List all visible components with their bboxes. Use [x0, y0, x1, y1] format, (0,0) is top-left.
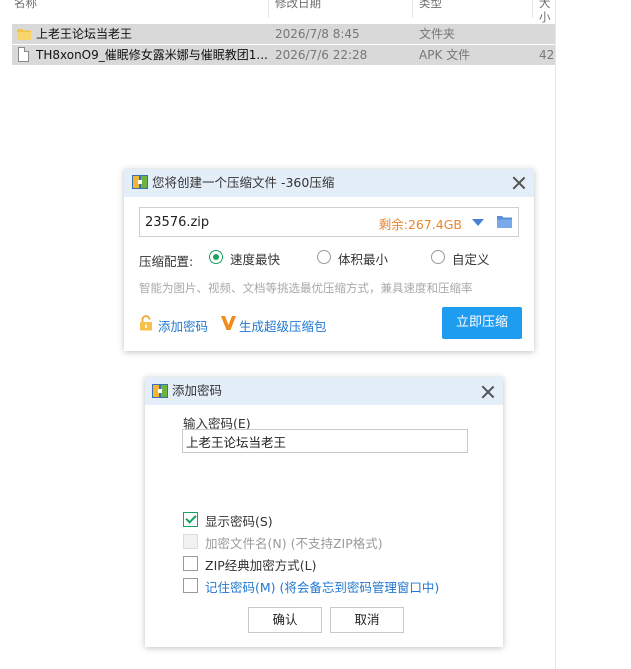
file-row[interactable]: 上老王论坛当老王 2026/7/8 8:45 文件夹 [12, 24, 555, 44]
radio-indicator [431, 250, 445, 264]
v-badge-icon [221, 316, 236, 330]
cancel-button[interactable]: 取消 [330, 607, 404, 633]
dialog-title: 您将创建一个压缩文件 -360压缩 [152, 175, 335, 190]
close-icon[interactable] [481, 385, 495, 399]
dialog-titlebar[interactable]: 您将创建一个压缩文件 -360压缩 [124, 169, 534, 197]
file-type: APK 文件 [419, 48, 471, 62]
file-name: 上老王论坛当老王 [36, 27, 133, 41]
column-separator[interactable] [412, 0, 413, 18]
archive-app-icon [132, 175, 148, 189]
compress-config-label: 压缩配置: [139, 254, 194, 269]
column-header-name[interactable]: 名称 [14, 0, 37, 14]
column-separator[interactable] [532, 0, 533, 18]
pane-divider [555, 0, 556, 669]
dialog-title: 添加密码 [172, 383, 223, 398]
free-space-label: 剩余:267.4GB [378, 217, 462, 232]
super-package-label: 生成超级压缩包 [239, 319, 327, 334]
radio-label: 速度最快 [230, 252, 281, 267]
file-modified: 2026/7/6 22:28 [275, 48, 368, 62]
password-input[interactable] [186, 432, 456, 450]
radio-label: 体积最小 [338, 252, 389, 267]
archive-path-box[interactable]: 剩余:267.4GB [139, 207, 519, 237]
checkbox-label: 加密文件名(N) (不支持ZIP格式) [205, 536, 383, 551]
file-modified: 2026/7/8 8:45 [275, 27, 360, 41]
column-separator[interactable] [268, 0, 269, 18]
add-password-dialog: 添加密码 输入密码(E) 显示密码(S) 加密文件名(N) (不支持ZIP格式)… [145, 377, 503, 647]
column-header-size[interactable]: 大小 [539, 0, 555, 24]
file-name: TH8xonO9_催眠修女露米娜与催眠教团1... [36, 48, 268, 62]
archive-app-icon [152, 384, 168, 398]
file-row[interactable]: TH8xonO9_催眠修女露米娜与催眠教团1... 2026/7/6 22:28… [12, 45, 555, 65]
lock-icon [140, 315, 152, 331]
file-icon [18, 47, 29, 62]
confirm-button[interactable]: 确认 [248, 607, 322, 633]
compress-now-button[interactable]: 立即压缩 [442, 307, 522, 339]
radio-indicator [317, 250, 331, 264]
radio-indicator [209, 250, 223, 264]
checkbox-box [183, 578, 198, 593]
compress-hint-text: 智能为图片、视频、文档等挑选最优压缩方式，兼具速度和压缩率 [139, 281, 473, 295]
checkbox-box [183, 556, 198, 571]
file-size: 42 [539, 48, 555, 62]
checkbox-label: 记住密码(M) (将会备忘到密码管理窗口中) [205, 580, 440, 595]
radio-label: 自定义 [452, 252, 490, 267]
file-type: 文件夹 [419, 27, 456, 41]
checkbox-box [183, 534, 198, 549]
folder-icon [17, 29, 31, 40]
checkbox-label: 显示密码(S) [205, 514, 273, 529]
browse-folder-icon[interactable] [497, 215, 512, 228]
checkbox-box [183, 512, 198, 527]
compress-dialog: 您将创建一个压缩文件 -360压缩 剩余:267.4GB 压缩配置: 速度最快 … [124, 169, 534, 351]
column-header-modified[interactable]: 修改日期 [275, 0, 321, 14]
password-field[interactable] [182, 429, 468, 453]
column-header-type[interactable]: 类型 [419, 0, 442, 14]
add-password-label: 添加密码 [158, 319, 209, 334]
checkbox-label: ZIP经典加密方式(L) [205, 558, 317, 573]
dialog-titlebar[interactable]: 添加密码 [145, 377, 503, 405]
archive-filename-input[interactable] [145, 212, 365, 232]
chevron-down-icon[interactable] [472, 219, 484, 226]
close-icon[interactable] [512, 176, 526, 190]
